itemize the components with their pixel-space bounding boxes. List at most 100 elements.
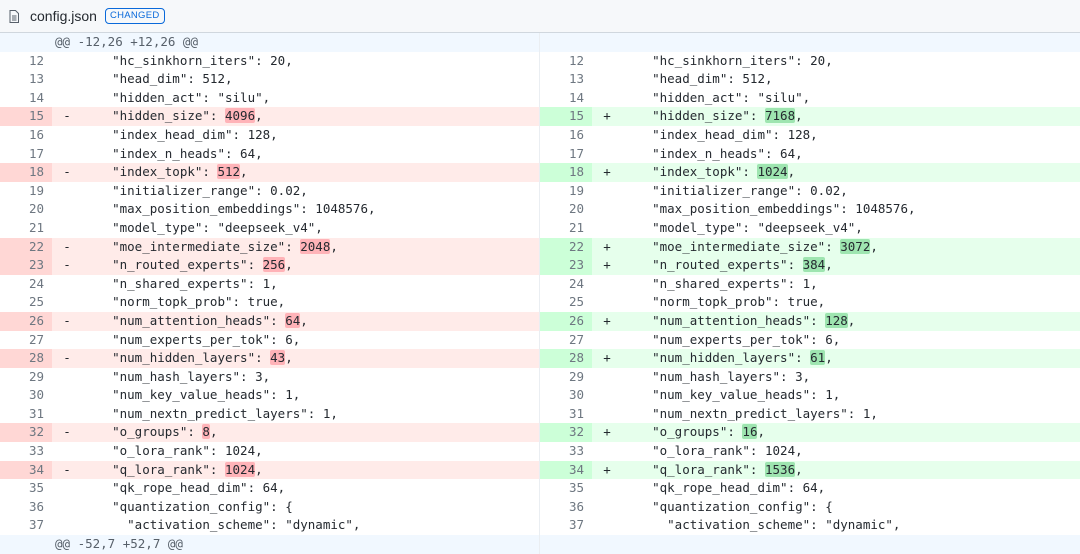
old-line: 27 "num_experts_per_tok": 6, — [0, 330, 540, 350]
line-number[interactable]: 20 — [0, 200, 52, 219]
line-number[interactable]: 16 — [0, 126, 52, 145]
new-line: 20 "max_position_embeddings": 1048576, — [540, 200, 1080, 219]
context-marker — [52, 70, 82, 89]
context-marker — [52, 405, 82, 424]
line-number[interactable]: 22 — [0, 237, 52, 257]
line-number[interactable]: 37 — [540, 516, 592, 535]
line-number[interactable]: 16 — [540, 126, 592, 145]
line-number[interactable]: 27 — [540, 331, 592, 350]
line-number[interactable]: 13 — [0, 70, 52, 89]
hunk-header-text: @@ -52,7 +52,7 @@ — [55, 536, 183, 552]
line-number[interactable]: 31 — [540, 405, 592, 424]
old-line: 15- "hidden_size": 4096, — [0, 107, 540, 126]
line-number[interactable]: 36 — [540, 498, 592, 517]
context-marker — [592, 200, 622, 219]
line-number[interactable]: 35 — [0, 479, 52, 498]
line-number[interactable]: 23 — [0, 256, 52, 275]
line-number[interactable]: 25 — [0, 293, 52, 312]
new-line: 33 "o_lora_rank": 1024, — [540, 442, 1080, 461]
code-line: "qk_rope_head_dim": 64, — [82, 479, 285, 498]
line-number[interactable]: 37 — [0, 516, 52, 535]
removed-value: 8 — [202, 424, 210, 440]
old-line: 36 "quantization_config": { — [0, 497, 540, 517]
line-number[interactable]: 17 — [540, 145, 592, 164]
diff-row: 31 "num_nextn_predict_layers": 1, 31 "num… — [0, 404, 1080, 424]
line-number[interactable]: 31 — [0, 405, 52, 424]
line-number[interactable]: 14 — [0, 89, 52, 108]
line-number[interactable]: 20 — [540, 200, 592, 219]
line-number[interactable]: 23 — [540, 256, 592, 275]
code-text: "index_topk": — [82, 164, 218, 180]
diff-row: 18- "index_topk": 512, 18 + "index_topk": … — [0, 163, 1080, 182]
diff-row: 25 "norm_topk_prob": true, 25 "norm_topk_… — [0, 293, 1080, 312]
code-line: "num_nextn_predict_layers": 1, — [622, 405, 878, 424]
code-text: "num_attention_heads": — [622, 312, 826, 328]
line-number[interactable]: 24 — [540, 275, 592, 294]
line-number[interactable]: 18 — [0, 163, 52, 182]
line-number[interactable]: 19 — [0, 182, 52, 201]
old-line: 28- "num_hidden_layers": 43, — [0, 349, 540, 368]
old-line: 34- "q_lora_rank": 1024, — [0, 460, 540, 480]
line-number[interactable]: 19 — [540, 182, 592, 201]
code-text: "index_head_dim": 128, — [82, 126, 278, 142]
hunk-header-top[interactable]: @@ -12,26 +12,26 @@ — [0, 33, 1080, 52]
line-number[interactable]: 15 — [540, 107, 592, 126]
diff-row: 36 "quantization_config": {36 "quantizat… — [0, 497, 1080, 517]
code-text: "initializer_range": 0.02, — [622, 182, 848, 198]
line-number[interactable]: 12 — [0, 52, 52, 71]
line-number[interactable]: 33 — [540, 442, 592, 461]
diff-row: 30 "num_key_value_heads": 1, 30 "num_key_… — [0, 386, 1080, 405]
line-number[interactable]: 29 — [0, 368, 52, 387]
code-line: "index_n_heads": 64, — [622, 145, 803, 164]
line-number[interactable]: 13 — [540, 70, 592, 89]
line-number[interactable]: 17 — [0, 145, 52, 164]
line-number[interactable]: 28 — [0, 349, 52, 368]
code-line: "num_hidden_layers": 61, — [622, 349, 833, 368]
line-number[interactable]: 36 — [0, 498, 52, 517]
removed-value: 512 — [217, 164, 241, 180]
line-number[interactable]: 21 — [540, 219, 592, 238]
code-text: "o_lora_rank": 1024, — [82, 443, 263, 459]
line-number[interactable]: 14 — [540, 89, 592, 108]
line-number[interactable]: 30 — [0, 386, 52, 405]
line-number[interactable]: 22 — [540, 237, 592, 257]
line-number[interactable]: 21 — [0, 219, 52, 238]
code-line: "model_type": "deepseek_v4", — [82, 219, 323, 238]
context-marker — [592, 182, 622, 201]
line-number[interactable]: 29 — [540, 368, 592, 387]
line-number[interactable]: 25 — [540, 293, 592, 312]
line-number[interactable]: 27 — [0, 331, 52, 350]
diff-row: 32- "o_groups": 8, 32 + "o_groups": 16, — [0, 423, 1080, 443]
line-number[interactable]: 15 — [0, 107, 52, 126]
code-text: , — [255, 461, 263, 477]
line-number[interactable]: 34 — [0, 460, 52, 480]
line-number[interactable]: 26 — [540, 311, 592, 331]
file-name[interactable]: config.json — [30, 8, 97, 24]
line-number[interactable]: 18 — [540, 163, 592, 182]
code-text: , — [870, 238, 878, 254]
code-text: , — [757, 424, 766, 440]
line-number[interactable]: 12 — [540, 52, 592, 71]
line-number[interactable]: 35 — [540, 479, 592, 498]
code-line: "norm_topk_prob": true, — [82, 293, 285, 312]
context-marker — [592, 126, 622, 145]
line-number[interactable]: 32 — [0, 423, 52, 443]
code-line: "model_type": "deepseek_v4", — [622, 219, 863, 238]
line-number[interactable]: 33 — [0, 442, 52, 461]
line-number[interactable]: 30 — [540, 386, 592, 405]
line-number[interactable]: 26 — [0, 311, 52, 331]
line-number[interactable]: 24 — [0, 275, 52, 294]
code-text: "num_experts_per_tok": 6, — [622, 331, 841, 347]
removed-value: 1024 — [225, 461, 256, 477]
diff-row: 35 "qk_rope_head_dim": 64, 35 "qk_rope_he… — [0, 479, 1080, 498]
code-text: "num_nextn_predict_layers": 1, — [82, 405, 338, 421]
code-text: "q_lora_rank": — [82, 461, 225, 477]
code-line: "num_key_value_heads": 1, — [622, 386, 840, 405]
code-text: , — [300, 312, 308, 328]
code-line: "hc_sinkhorn_iters": 20, — [82, 52, 293, 71]
line-number[interactable]: 28 — [540, 349, 592, 368]
line-number[interactable]: 34 — [540, 460, 592, 480]
line-number[interactable]: 32 — [540, 423, 592, 443]
hunk-header-bottom[interactable]: @@ -52,7 +52,7 @@ — [0, 535, 1080, 554]
context-marker — [52, 52, 82, 71]
